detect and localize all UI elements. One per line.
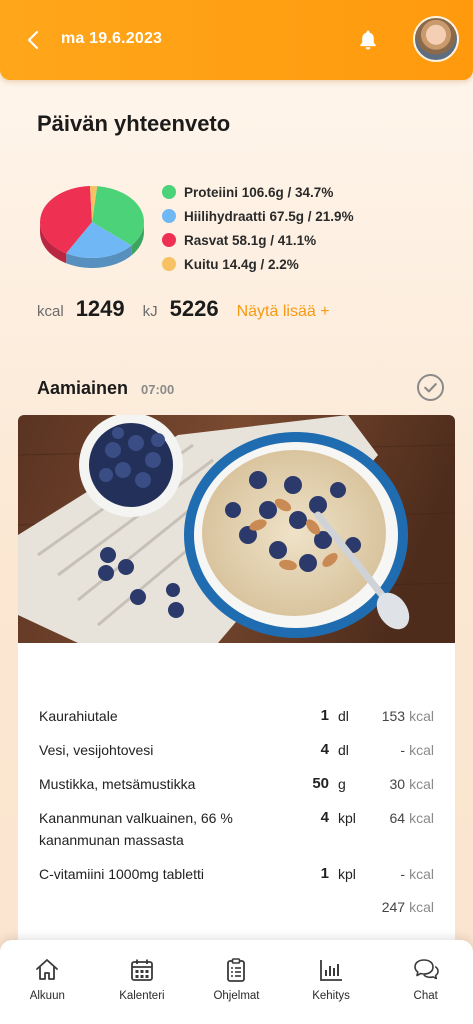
- kcal-unit: kcal: [409, 866, 434, 882]
- calendar-icon: [130, 959, 153, 981]
- food-list: Kaurahiutale 1 dl 153 kcal Vesi, vesijoht…: [18, 705, 455, 897]
- food-name: Kananmunan valkuainen, 66 % kananmunan m…: [39, 810, 233, 848]
- legend-label: Hiilihydraatti 67.5g / 21.9%: [184, 208, 354, 224]
- kcal-unit: kcal: [37, 303, 64, 320]
- nav-item-programs[interactable]: Ohjelmat: [189, 940, 284, 1024]
- chat-bubbles-icon: [413, 959, 439, 980]
- nav-item-home[interactable]: Alkuun: [0, 940, 95, 1024]
- nav-label: Chat: [413, 990, 438, 1002]
- home-icon: [36, 959, 59, 980]
- legend-item-fiber: Kuitu 14.4g / 2.2%: [162, 252, 354, 276]
- food-unit: dl: [338, 708, 349, 724]
- nav-label: Kalenteri: [119, 990, 165, 1002]
- header-date[interactable]: ma 19.6.2023: [61, 30, 162, 48]
- nav-item-progress[interactable]: Kehitys: [284, 940, 379, 1024]
- kcal-number: -: [400, 866, 406, 882]
- show-more-button[interactable]: Näytä lisää +: [237, 303, 330, 321]
- legend-item-fat: Rasvat 58.1g / 41.1%: [162, 228, 354, 252]
- carbs-dot: [162, 209, 176, 223]
- food-kcal: 64 kcal: [390, 807, 434, 829]
- kcal-number: 64: [389, 810, 406, 826]
- food-kcal: - kcal: [400, 739, 434, 761]
- legend-label: Kuitu 14.4g / 2.2%: [184, 256, 299, 272]
- meal-photo: [18, 415, 455, 643]
- nav-label: Kehitys: [312, 990, 350, 1002]
- bell-icon: [360, 30, 376, 50]
- nav-item-chat[interactable]: Chat: [378, 940, 473, 1024]
- chevron-left-icon: [27, 30, 39, 50]
- nav-label: Alkuun: [29, 990, 65, 1002]
- kcal-number: 153: [381, 708, 406, 724]
- food-name: C-vitamiini 1000mg tabletti: [39, 866, 204, 882]
- food-unit: kpl: [338, 810, 356, 826]
- food-qty: 50: [312, 775, 329, 792]
- kcal-number: 30: [389, 776, 406, 792]
- back-button[interactable]: [22, 28, 46, 52]
- food-row[interactable]: Kananmunan valkuainen, 66 % kananmunan m…: [18, 807, 455, 863]
- food-row[interactable]: Vesi, vesijohtovesi 4 dl - kcal: [18, 739, 455, 773]
- food-qty: 4: [320, 809, 329, 826]
- food-unit: g: [338, 776, 346, 792]
- avatar[interactable]: [413, 16, 459, 62]
- meal-time: 07:00: [141, 382, 175, 397]
- summary-title: Päivän yhteenveto: [37, 111, 231, 136]
- kcal-unit: kcal: [409, 810, 434, 826]
- food-name: Vesi, vesijohtovesi: [39, 742, 154, 758]
- food-row[interactable]: Mustikka, metsämustikka 50 g 30 kcal: [18, 773, 455, 807]
- food-row[interactable]: C-vitamiini 1000mg tabletti 1 kpl - kcal: [18, 863, 455, 897]
- kcal-unit: kcal: [409, 742, 434, 758]
- food-unit: dl: [338, 742, 349, 758]
- food-qty: 4: [320, 741, 329, 758]
- food-name: Mustikka, metsämustikka: [39, 776, 196, 792]
- legend-label: Rasvat 58.1g / 41.1%: [184, 232, 317, 248]
- legend-item-carbs: Hiilihydraatti 67.5g / 21.9%: [162, 204, 354, 228]
- food-qty: 1: [320, 865, 329, 882]
- food-kcal: 153 kcal: [382, 705, 434, 727]
- clipboard-list-icon: [227, 958, 246, 982]
- food-kcal: 30 kcal: [390, 773, 434, 795]
- meal-title: Aamiainen: [37, 378, 129, 398]
- legend-label: Proteiini 106.6g / 34.7%: [184, 184, 334, 200]
- fiber-dot: [162, 257, 176, 271]
- meal-card: Kaurahiutale 1 dl 153 kcal Vesi, vesijoht…: [18, 415, 455, 955]
- kcal-value: 1249: [75, 296, 125, 321]
- food-kcal: - kcal: [400, 863, 434, 885]
- app-header: ma 19.6.2023: [0, 0, 473, 80]
- kj-unit: kJ: [142, 303, 158, 320]
- food-qty: 1: [320, 707, 329, 724]
- legend-item-protein: Proteiini 106.6g / 34.7%: [162, 180, 354, 204]
- protein-dot: [162, 185, 176, 199]
- total-kcal: 247: [381, 899, 406, 915]
- kj-value: 5226: [169, 296, 219, 321]
- food-row[interactable]: Kaurahiutale 1 dl 153 kcal: [18, 705, 455, 739]
- bar-chart-icon: [320, 960, 343, 981]
- macro-pie-chart: [40, 186, 144, 268]
- nav-item-calendar[interactable]: Kalenteri: [95, 940, 190, 1024]
- energy-summary: kcal 1249 kJ 5226 Näytä lisää +: [37, 296, 330, 322]
- bottom-nav: Alkuun Kalenteri Ohjelmat Kehitys Chat: [0, 940, 473, 1024]
- meal-total: 247 kcal: [382, 899, 434, 915]
- notifications-button[interactable]: [356, 28, 380, 52]
- meal-done-button[interactable]: [417, 374, 444, 401]
- macro-legend: Proteiini 106.6g / 34.7% Hiilihydraatti …: [162, 180, 354, 276]
- kcal-unit: kcal: [409, 776, 434, 792]
- kcal-unit: kcal: [409, 708, 434, 724]
- total-unit: kcal: [409, 899, 434, 915]
- food-name: Kaurahiutale: [39, 708, 118, 724]
- check-icon: [424, 383, 437, 393]
- food-unit: kpl: [338, 866, 356, 882]
- nav-label: Ohjelmat: [213, 990, 260, 1002]
- kcal-number: -: [400, 742, 406, 758]
- fat-dot: [162, 233, 176, 247]
